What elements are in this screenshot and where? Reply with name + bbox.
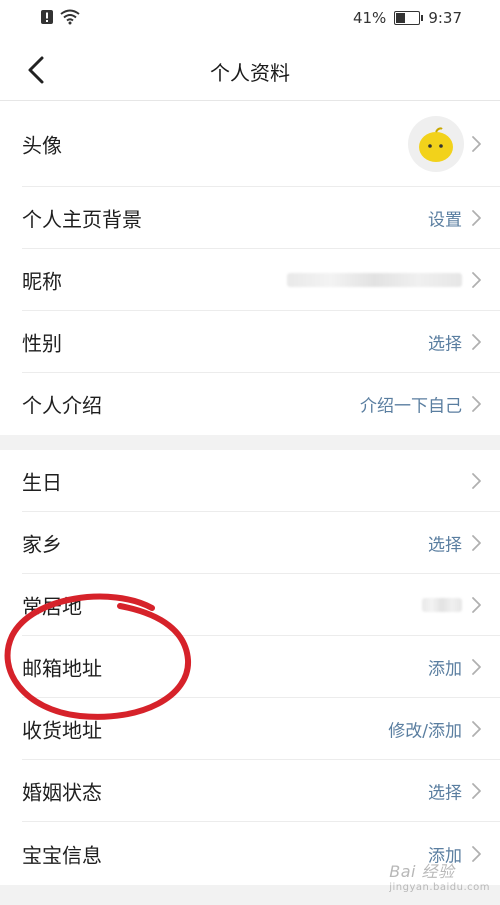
chevron-right-icon <box>472 396 481 412</box>
row-label: 个人主页背景 <box>22 207 142 232</box>
watermark: Bai 经验 jingyan.baidu.com <box>389 858 490 893</box>
row-email[interactable]: 邮箱地址 添加 <box>0 636 500 698</box>
row-marital-status[interactable]: 婚姻状态 选择 <box>0 760 500 822</box>
chevron-right-icon <box>472 334 481 350</box>
row-value: 选择 <box>428 783 462 804</box>
alert-icon <box>41 10 53 24</box>
row-label: 家乡 <box>22 532 62 557</box>
profile-detail-group: 生日 家乡 选择 常居地 邮箱地址 添加 收货地址 修改/添加 婚姻状态 选择 宝宝信息 添加 <box>0 450 500 885</box>
page-title: 个人资料 <box>210 61 290 85</box>
battery-icon <box>394 11 424 25</box>
row-value: 选择 <box>428 535 462 556</box>
row-residence[interactable]: 常居地 <box>0 574 500 636</box>
avatar[interactable] <box>408 116 464 172</box>
chevron-right-icon <box>472 136 481 152</box>
row-value: 修改/添加 <box>388 721 462 742</box>
row-label: 昵称 <box>22 269 62 294</box>
row-homepage-bg[interactable]: 个人主页背景 设置 <box>0 187 500 249</box>
chevron-right-icon <box>472 783 481 799</box>
row-avatar[interactable]: 头像 <box>0 101 500 187</box>
row-label: 生日 <box>22 470 62 495</box>
row-birthday[interactable]: 生日 <box>0 450 500 512</box>
watermark-url: jingyan.baidu.com <box>389 882 490 893</box>
row-shipping-address[interactable]: 收货地址 修改/添加 <box>0 698 500 760</box>
row-value: 设置 <box>428 210 462 231</box>
row-label: 个人介绍 <box>22 393 102 418</box>
chevron-right-icon <box>472 659 481 675</box>
row-label: 性别 <box>22 331 62 356</box>
battery-level <box>396 13 405 23</box>
row-gender[interactable]: 性别 选择 <box>0 311 500 373</box>
wifi-icon <box>60 9 80 25</box>
chevron-right-icon <box>472 210 481 226</box>
row-intro[interactable]: 个人介绍 介绍一下自己 <box>0 373 500 435</box>
nav-bar: 个人资料 <box>0 38 500 101</box>
nickname-redacted <box>287 273 462 287</box>
chevron-right-icon <box>472 597 481 613</box>
row-value: 选择 <box>428 334 462 355</box>
chevron-right-icon <box>472 473 481 489</box>
chevron-right-icon <box>472 272 481 288</box>
chevron-right-icon <box>472 535 481 551</box>
lemon-avatar-icon <box>419 127 453 162</box>
row-value: 添加 <box>428 659 462 680</box>
chevron-right-icon <box>472 721 481 737</box>
profile-basic-group: 头像个人主页背景 设置昵称性别 选择个人介绍 介绍一下自己 <box>0 101 500 435</box>
row-label: 邮箱地址 <box>22 656 102 681</box>
row-label: 常居地 <box>22 594 82 619</box>
row-nickname[interactable]: 昵称 <box>0 249 500 311</box>
status-bar: 41% 9:37 <box>0 0 500 38</box>
status-icons-left <box>40 9 80 25</box>
status-icons-right: 41% 9:37 <box>353 9 462 27</box>
row-label: 收货地址 <box>22 718 102 743</box>
row-hometown[interactable]: 家乡 选择 <box>0 512 500 574</box>
watermark-text: Bai 经验 <box>389 862 455 881</box>
row-label: 头像 <box>22 133 62 158</box>
row-label: 宝宝信息 <box>22 843 102 867</box>
clock: 9:37 <box>428 9 462 27</box>
row-label: 婚姻状态 <box>22 780 102 805</box>
row-value: 介绍一下自己 <box>360 396 462 417</box>
battery-percent: 41% <box>352 9 387 27</box>
residence-redacted <box>422 598 462 612</box>
